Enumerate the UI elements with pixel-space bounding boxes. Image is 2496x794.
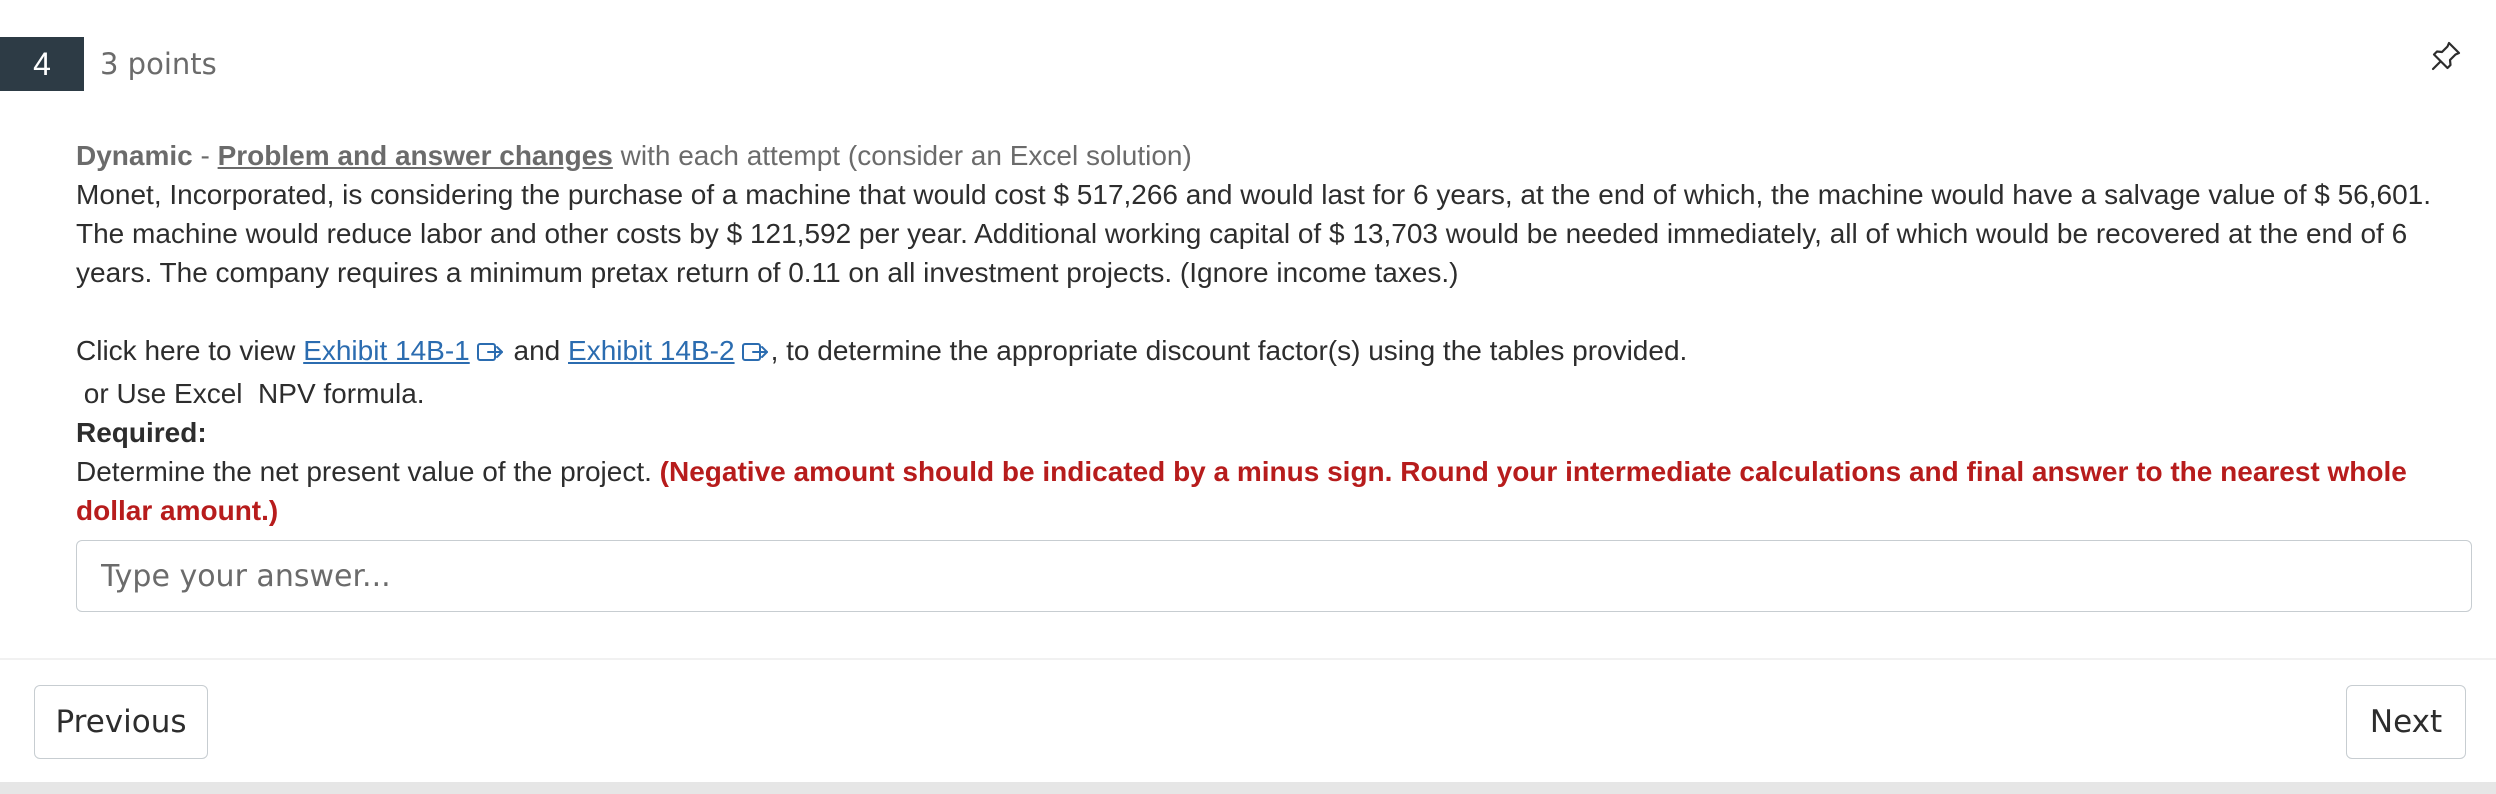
exhibit-14b-1-link[interactable]: Exhibit 14B-1 [303,335,470,366]
exhibit-and: and [505,335,569,366]
previous-button[interactable]: Previous [34,685,208,759]
divider [0,658,2496,660]
pin-button[interactable] [2424,36,2468,80]
dynamic-label: Dynamic [76,140,193,171]
next-button[interactable]: Next [2346,685,2466,759]
question-number: 4 [0,37,84,91]
excel-line: or Use Excel NPV formula. [76,378,425,409]
external-link-icon[interactable] [476,335,504,374]
external-link-icon[interactable] [741,335,769,374]
required-label: Required: [76,417,207,448]
problem-text: Monet, Incorporated, is considering the … [76,179,2432,288]
dynamic-link: Problem and answer changes [217,140,613,171]
pin-icon [2429,39,2463,78]
question-card: 4 3 points Dynamic - Problem and answer … [0,0,2496,662]
dynamic-notice: Dynamic - Problem and answer changes wit… [76,136,2476,175]
question-points: 3 points [100,47,217,81]
exhibit-14b-2-link[interactable]: Exhibit 14B-2 [568,335,735,366]
exhibit-prefix: Click here to view [76,335,304,366]
bottom-strip [0,782,2496,794]
exhibit-suffix: , to determine the appropriate discount … [770,335,1688,366]
dynamic-dash: - [192,140,218,171]
dynamic-note: with each attempt (consider an Excel sol… [612,140,1192,171]
exhibit-line: Click here to view Exhibit 14B-1 and Exh… [76,331,2476,374]
determine-line: Determine the net present value of the p… [76,452,2476,530]
answer-input[interactable] [76,540,2472,612]
determine-text: Determine the net present value of the p… [76,456,660,487]
question-text: Dynamic - Problem and answer changes wit… [76,136,2476,530]
